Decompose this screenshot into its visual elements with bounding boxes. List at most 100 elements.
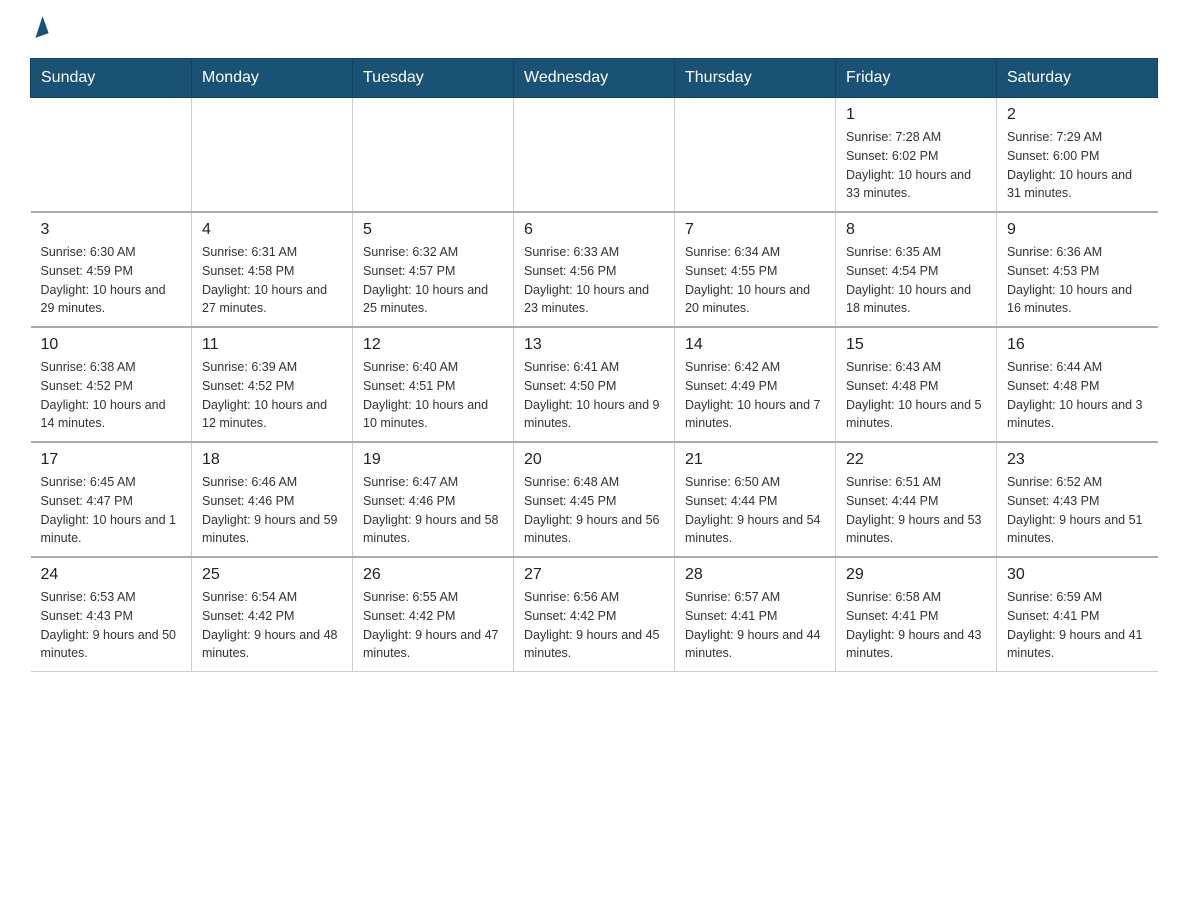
calendar-cell: 20 Sunrise: 6:48 AM Sunset: 4:45 PM Dayli… (514, 442, 675, 557)
day-number: 29 (846, 566, 986, 584)
logo (30, 20, 48, 38)
day-info: Sunrise: 6:47 AM Sunset: 4:46 PM Dayligh… (363, 473, 503, 548)
calendar-cell: 30 Sunrise: 6:59 AM Sunset: 4:41 PM Dayli… (997, 557, 1158, 672)
calendar-week-row: 3 Sunrise: 6:30 AM Sunset: 4:59 PM Daylig… (31, 212, 1158, 327)
weekday-header-monday: Monday (192, 59, 353, 98)
calendar-cell: 23 Sunrise: 6:52 AM Sunset: 4:43 PM Dayli… (997, 442, 1158, 557)
day-number: 26 (363, 566, 503, 584)
day-info: Sunrise: 6:30 AM Sunset: 4:59 PM Dayligh… (41, 243, 182, 318)
calendar-cell: 28 Sunrise: 6:57 AM Sunset: 4:41 PM Dayli… (675, 557, 836, 672)
day-number: 14 (685, 336, 825, 354)
day-number: 16 (1007, 336, 1148, 354)
day-number: 19 (363, 451, 503, 469)
day-number: 28 (685, 566, 825, 584)
calendar-cell: 17Sunrise: 6:45 AM Sunset: 4:47 PM Dayli… (31, 442, 192, 557)
day-info: Sunrise: 6:40 AM Sunset: 4:51 PM Dayligh… (363, 358, 503, 433)
day-number: 30 (1007, 566, 1148, 584)
calendar-cell: 14Sunrise: 6:42 AM Sunset: 4:49 PM Dayli… (675, 327, 836, 442)
calendar-cell: 8 Sunrise: 6:35 AM Sunset: 4:54 PM Daylig… (836, 212, 997, 327)
day-info: Sunrise: 6:53 AM Sunset: 4:43 PM Dayligh… (41, 588, 182, 663)
day-info: Sunrise: 7:28 AM Sunset: 6:02 PM Dayligh… (846, 128, 986, 203)
calendar-cell: 22Sunrise: 6:51 AM Sunset: 4:44 PM Dayli… (836, 442, 997, 557)
day-info: Sunrise: 6:59 AM Sunset: 4:41 PM Dayligh… (1007, 588, 1148, 663)
day-number: 3 (41, 221, 182, 239)
calendar-cell: 29 Sunrise: 6:58 AM Sunset: 4:41 PM Dayli… (836, 557, 997, 672)
day-info: Sunrise: 6:32 AM Sunset: 4:57 PM Dayligh… (363, 243, 503, 318)
calendar-cell: 5 Sunrise: 6:32 AM Sunset: 4:57 PM Daylig… (353, 212, 514, 327)
day-number: 25 (202, 566, 342, 584)
day-number: 1 (846, 106, 986, 124)
calendar-cell: 11Sunrise: 6:39 AM Sunset: 4:52 PM Dayli… (192, 327, 353, 442)
calendar-cell: 4 Sunrise: 6:31 AM Sunset: 4:58 PM Daylig… (192, 212, 353, 327)
calendar-cell: 9 Sunrise: 6:36 AM Sunset: 4:53 PM Daylig… (997, 212, 1158, 327)
day-number: 6 (524, 221, 664, 239)
calendar-cell: 10Sunrise: 6:38 AM Sunset: 4:52 PM Dayli… (31, 327, 192, 442)
day-info: Sunrise: 6:39 AM Sunset: 4:52 PM Dayligh… (202, 358, 342, 433)
calendar-cell: 18 Sunrise: 6:46 AM Sunset: 4:46 PM Dayli… (192, 442, 353, 557)
calendar-cell (31, 98, 192, 213)
calendar-cell (675, 98, 836, 213)
day-number: 12 (363, 336, 503, 354)
calendar-cell: 26 Sunrise: 6:55 AM Sunset: 4:42 PM Dayli… (353, 557, 514, 672)
day-number: 4 (202, 221, 342, 239)
day-number: 15 (846, 336, 986, 354)
day-number: 5 (363, 221, 503, 239)
day-number: 8 (846, 221, 986, 239)
day-number: 18 (202, 451, 342, 469)
day-info: Sunrise: 6:36 AM Sunset: 4:53 PM Dayligh… (1007, 243, 1148, 318)
calendar-cell: 6Sunrise: 6:33 AM Sunset: 4:56 PM Daylig… (514, 212, 675, 327)
day-info: Sunrise: 6:31 AM Sunset: 4:58 PM Dayligh… (202, 243, 342, 318)
day-info: Sunrise: 6:48 AM Sunset: 4:45 PM Dayligh… (524, 473, 664, 548)
calendar-cell: 3 Sunrise: 6:30 AM Sunset: 4:59 PM Daylig… (31, 212, 192, 327)
day-number: 23 (1007, 451, 1148, 469)
weekday-header-friday: Friday (836, 59, 997, 98)
calendar-cell (514, 98, 675, 213)
calendar-week-row: 24 Sunrise: 6:53 AM Sunset: 4:43 PM Dayli… (31, 557, 1158, 672)
calendar-cell: 2Sunrise: 7:29 AM Sunset: 6:00 PM Daylig… (997, 98, 1158, 213)
day-info: Sunrise: 6:38 AM Sunset: 4:52 PM Dayligh… (41, 358, 182, 433)
day-number: 22 (846, 451, 986, 469)
day-info: Sunrise: 6:52 AM Sunset: 4:43 PM Dayligh… (1007, 473, 1148, 548)
calendar-cell: 21 Sunrise: 6:50 AM Sunset: 4:44 PM Dayli… (675, 442, 836, 557)
day-info: Sunrise: 6:34 AM Sunset: 4:55 PM Dayligh… (685, 243, 825, 318)
day-info: Sunrise: 6:55 AM Sunset: 4:42 PM Dayligh… (363, 588, 503, 663)
day-info: Sunrise: 6:35 AM Sunset: 4:54 PM Dayligh… (846, 243, 986, 318)
day-info: Sunrise: 6:46 AM Sunset: 4:46 PM Dayligh… (202, 473, 342, 548)
calendar-week-row: 17Sunrise: 6:45 AM Sunset: 4:47 PM Dayli… (31, 442, 1158, 557)
day-info: Sunrise: 6:41 AM Sunset: 4:50 PM Dayligh… (524, 358, 664, 433)
day-info: Sunrise: 6:43 AM Sunset: 4:48 PM Dayligh… (846, 358, 986, 433)
calendar-cell (353, 98, 514, 213)
calendar-cell: 27 Sunrise: 6:56 AM Sunset: 4:42 PM Dayli… (514, 557, 675, 672)
calendar-week-row: 1 Sunrise: 7:28 AM Sunset: 6:02 PM Daylig… (31, 98, 1158, 213)
day-info: Sunrise: 6:56 AM Sunset: 4:42 PM Dayligh… (524, 588, 664, 663)
weekday-header-wednesday: Wednesday (514, 59, 675, 98)
calendar-table: SundayMondayTuesdayWednesdayThursdayFrid… (30, 58, 1158, 672)
day-info: Sunrise: 6:45 AM Sunset: 4:47 PM Dayligh… (41, 473, 182, 548)
day-number: 9 (1007, 221, 1148, 239)
calendar-cell: 15 Sunrise: 6:43 AM Sunset: 4:48 PM Dayli… (836, 327, 997, 442)
day-info: Sunrise: 6:44 AM Sunset: 4:48 PM Dayligh… (1007, 358, 1148, 433)
weekday-header-saturday: Saturday (997, 59, 1158, 98)
calendar-cell: 13 Sunrise: 6:41 AM Sunset: 4:50 PM Dayli… (514, 327, 675, 442)
calendar-cell: 1 Sunrise: 7:28 AM Sunset: 6:02 PM Daylig… (836, 98, 997, 213)
logo-arrow-icon (29, 16, 48, 38)
calendar-header-row: SundayMondayTuesdayWednesdayThursdayFrid… (31, 59, 1158, 98)
weekday-header-thursday: Thursday (675, 59, 836, 98)
day-info: Sunrise: 6:50 AM Sunset: 4:44 PM Dayligh… (685, 473, 825, 548)
calendar-cell: 12 Sunrise: 6:40 AM Sunset: 4:51 PM Dayli… (353, 327, 514, 442)
day-info: Sunrise: 6:58 AM Sunset: 4:41 PM Dayligh… (846, 588, 986, 663)
weekday-header-tuesday: Tuesday (353, 59, 514, 98)
header (30, 20, 1158, 38)
day-info: Sunrise: 6:57 AM Sunset: 4:41 PM Dayligh… (685, 588, 825, 663)
day-number: 20 (524, 451, 664, 469)
calendar-cell (192, 98, 353, 213)
day-number: 27 (524, 566, 664, 584)
day-number: 21 (685, 451, 825, 469)
calendar-cell: 16 Sunrise: 6:44 AM Sunset: 4:48 PM Dayli… (997, 327, 1158, 442)
calendar-cell: 24 Sunrise: 6:53 AM Sunset: 4:43 PM Dayli… (31, 557, 192, 672)
day-number: 7 (685, 221, 825, 239)
day-number: 24 (41, 566, 182, 584)
day-info: Sunrise: 7:29 AM Sunset: 6:00 PM Dayligh… (1007, 128, 1148, 203)
day-number: 13 (524, 336, 664, 354)
calendar-cell: 19 Sunrise: 6:47 AM Sunset: 4:46 PM Dayli… (353, 442, 514, 557)
